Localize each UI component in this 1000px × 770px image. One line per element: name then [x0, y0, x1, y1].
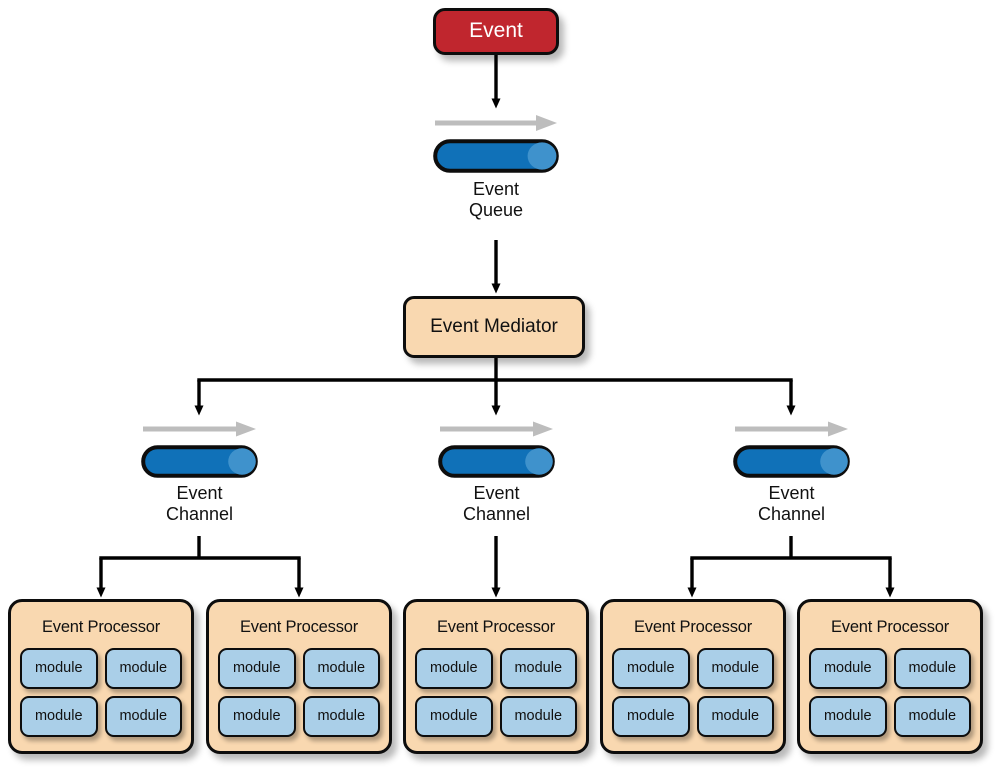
module-grid-1: module module module module — [20, 648, 182, 737]
module-box[interactable]: module — [104, 648, 182, 689]
event-processor-title-5: Event Processor — [830, 618, 950, 636]
event-channel-label-1-line2: Channel — [165, 504, 234, 525]
module-box[interactable]: module — [415, 648, 493, 689]
cylinder-channel-icon — [141, 445, 258, 478]
event-processor-node-3[interactable]: Event Processor module module module mod… — [403, 599, 589, 754]
module-box[interactable]: module — [218, 648, 296, 689]
event-channel-label-2: Event Channel — [463, 483, 530, 525]
architecture-diagram: Event Event Queue Event Mediator Event C… — [0, 0, 1000, 770]
event-queue-label: Event Queue — [469, 179, 523, 221]
module-box[interactable]: module — [612, 648, 690, 689]
event-channel-label-3: Event Channel — [758, 483, 825, 525]
flow-arrow-icon — [735, 421, 848, 437]
module-box[interactable]: module — [218, 696, 296, 737]
module-box[interactable]: module — [893, 648, 971, 689]
module-box[interactable]: module — [696, 648, 774, 689]
event-channel-label-3-line2: Channel — [757, 504, 826, 525]
event-node-label: Event — [469, 19, 523, 43]
event-queue-label-line2: Queue — [468, 200, 524, 221]
event-channel-label-2-line1: Event — [473, 483, 520, 503]
flow-arrow-icon — [440, 421, 553, 437]
module-box[interactable]: module — [104, 696, 182, 737]
event-mediator-node[interactable]: Event Mediator — [403, 296, 585, 358]
module-grid-5: module module module module — [809, 648, 971, 737]
module-box[interactable]: module — [612, 696, 690, 737]
event-node[interactable]: Event — [433, 8, 559, 55]
event-queue-node[interactable]: Event Queue — [433, 113, 559, 241]
event-processor-node-1[interactable]: Event Processor module module module mod… — [8, 599, 194, 754]
module-grid-3: module module module module — [415, 648, 577, 737]
module-box[interactable]: module — [696, 696, 774, 737]
event-processor-title-3: Event Processor — [436, 618, 556, 636]
event-channel-label-2-line2: Channel — [462, 504, 531, 525]
event-processor-title-2: Event Processor — [239, 618, 359, 636]
flow-arrow-icon — [143, 421, 256, 437]
module-box[interactable]: module — [415, 696, 493, 737]
event-channel-node-2[interactable]: Event Channel — [438, 420, 555, 540]
module-box[interactable]: module — [20, 648, 98, 689]
event-processor-node-2[interactable]: Event Processor module module module mod… — [206, 599, 392, 754]
module-box[interactable]: module — [499, 648, 577, 689]
module-box[interactable]: module — [893, 696, 971, 737]
module-box[interactable]: module — [809, 648, 887, 689]
module-grid-4: module module module module — [612, 648, 774, 737]
module-grid-2: module module module module — [218, 648, 380, 737]
event-channel-node-1[interactable]: Event Channel — [141, 420, 258, 540]
module-box[interactable]: module — [20, 696, 98, 737]
module-box[interactable]: module — [302, 648, 380, 689]
flow-arrow-icon — [435, 115, 557, 131]
cylinder-channel-icon — [438, 445, 555, 478]
module-box[interactable]: module — [809, 696, 887, 737]
event-channel-label-3-line1: Event — [768, 483, 815, 503]
event-channel-label-1-line1: Event — [176, 483, 223, 503]
event-processor-title-1: Event Processor — [41, 618, 161, 636]
event-processor-node-4[interactable]: Event Processor module module module mod… — [600, 599, 786, 754]
cylinder-channel-icon — [733, 445, 850, 478]
event-queue-label-line1: Event — [472, 179, 520, 199]
cylinder-queue-icon — [433, 139, 559, 173]
event-processor-node-5[interactable]: Event Processor module module module mod… — [797, 599, 983, 754]
module-box[interactable]: module — [302, 696, 380, 737]
event-channel-label-1: Event Channel — [166, 483, 233, 525]
event-mediator-label: Event Mediator — [430, 316, 558, 338]
module-box[interactable]: module — [499, 696, 577, 737]
event-channel-node-3[interactable]: Event Channel — [733, 420, 850, 540]
event-processor-title-4: Event Processor — [633, 618, 753, 636]
